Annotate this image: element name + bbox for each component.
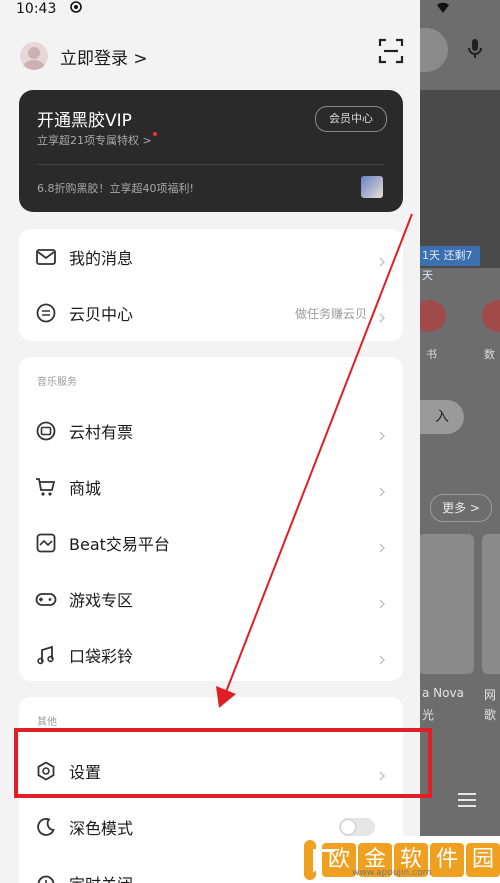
menu-item-label: 定时关闭 [69,871,133,883]
moon-icon [35,816,57,838]
menu-item-store[interactable]: 商城 [19,459,403,515]
menu-item-game-zone[interactable]: 游戏专区 [19,571,403,627]
vip-card[interactable]: 开通黑胶VIP 立享超21项专属特权 > 会员中心 6.8折购黑胶！立享超40项… [19,90,403,212]
member-center-button[interactable]: 会员中心 [315,106,387,132]
status-time: 10:43 [16,1,57,17]
watermark-char: 件 [430,842,464,877]
background-caption: a Nova [422,686,464,700]
background-icon-label: 书 [426,348,437,361]
watermark-logo [304,839,337,880]
chevron-right-icon [377,426,387,441]
background-pill: 入 [420,400,464,434]
cart-icon [35,476,57,498]
vip-subtitle[interactable]: 立享超21项专属特权 > [37,132,157,148]
background-caption: 网 [484,688,497,702]
menu-item-hint: 做任务赚云贝 [294,306,367,321]
menu-item-yunbei[interactable]: 云贝中心 做任务赚云贝 [19,285,403,341]
background-banner-tag: 1天 还剩7天 [420,246,480,282]
red-dot-badge [152,132,157,136]
beat-icon [35,532,57,554]
wifi-icon [436,2,450,18]
menu-item-label: 云贝中心 [69,305,134,324]
vip-title: 开通黑胶VIP [37,111,132,131]
watermark-url: www.apoujin.com [352,868,432,878]
menu-item-label: 口袋彩铃 [69,647,134,666]
message-icon [35,246,57,268]
section-title: 音乐服务 [37,377,77,388]
network-icon [70,1,82,17]
gamepad-icon [35,588,57,610]
playlist-icon [456,790,478,814]
chevron-right-icon [377,308,387,323]
account-card: 我的消息 云贝中心 做任务赚云贝 [19,229,403,341]
mic-icon [462,38,488,64]
background-banner [420,90,500,268]
background-card [482,534,500,674]
background-search-bar [420,28,448,72]
background-more-button: 更多 > [430,494,492,522]
background-icon-label: 数 [484,348,495,361]
coin-icon [35,302,57,324]
ticket-icon [35,420,57,442]
chevron-right-icon [377,482,387,497]
background-icon [420,300,446,332]
music-services-card: 音乐服务 云村有票 商城 Beat交易平台 游戏专区 口袋彩铃 [19,357,403,681]
promo-thumbnail [361,176,383,198]
background-card [420,534,474,674]
highlight-box [14,728,432,798]
background-caption: 歌 [484,708,497,722]
vip-subtitle-text: 立享超21项专属特权 > [37,134,152,147]
chevron-right-icon [377,252,387,267]
watermark-char: 园 [466,842,500,877]
menu-item-beat-platform[interactable]: Beat交易平台 [19,515,403,571]
background-icon [482,300,500,332]
ringtone-icon [35,644,57,666]
status-bar: 10:43 [0,0,420,24]
chevron-right-icon [377,538,387,553]
section-title: 其他 [37,717,57,728]
divider [37,164,385,165]
menu-item-label: Beat交易平台 [69,535,170,554]
menu-item-label: 云村有票 [69,423,134,442]
background-app: 1天 还剩7天 书 数 入 更多 > a Nova 光 网 歌 [420,0,500,883]
timer-icon [35,872,57,883]
menu-item-label: 我的消息 [69,249,134,268]
scan-icon[interactable] [378,38,404,64]
login-link[interactable]: 立即登录 > [60,44,148,69]
chevron-right-icon [377,594,387,609]
menu-item-label: 深色模式 [69,819,134,838]
avatar[interactable] [20,42,48,70]
menu-item-label: 游戏专区 [69,591,134,610]
menu-item-pocket-ringtone[interactable]: 口袋彩铃 [19,627,403,683]
menu-item-label: 商城 [69,479,102,498]
menu-item-messages[interactable]: 我的消息 [19,229,403,285]
dark-mode-toggle[interactable] [339,818,375,836]
login-row[interactable]: 立即登录 > [20,36,148,76]
background-caption: 光 [422,708,435,722]
vip-promo[interactable]: 6.8折购黑胶！立享超40项福利! [37,180,194,196]
menu-item-yuncun-tickets[interactable]: 云村有票 [19,403,403,459]
chevron-right-icon [377,650,387,665]
